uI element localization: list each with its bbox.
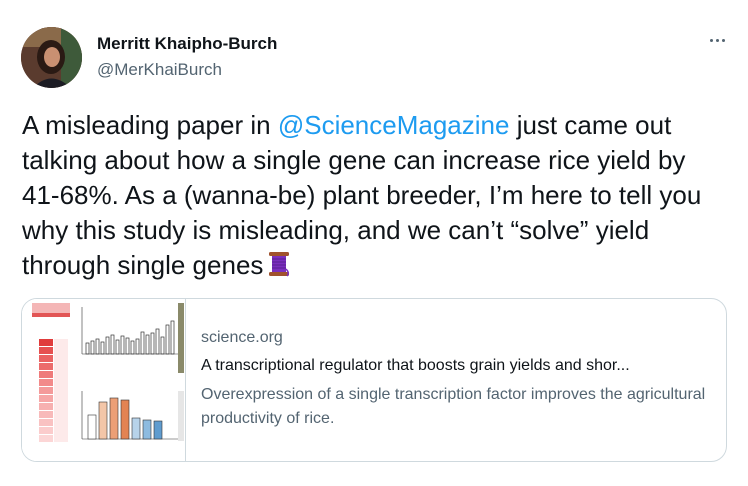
card-domain: science.org xyxy=(201,329,283,346)
card-description: Overexpression of a single transcription… xyxy=(201,386,706,427)
mention-link[interactable]: @ScienceMagazine xyxy=(278,110,510,140)
card-title: A transcriptional regulator that boosts … xyxy=(201,357,630,374)
spool-of-thread-icon xyxy=(267,251,291,286)
link-card[interactable]: science.org A transcriptional regulator … xyxy=(21,298,727,462)
figure-thumbnail-image xyxy=(22,299,185,461)
tweet-text: A misleading paper in @ScienceMagazine j… xyxy=(22,108,722,286)
author-name[interactable]: Merritt Khaipho-Burch xyxy=(97,34,277,54)
card-thumbnail xyxy=(22,299,186,461)
avatar[interactable] xyxy=(21,27,82,88)
avatar-photo xyxy=(21,27,82,88)
more-options-icon[interactable] xyxy=(703,30,731,50)
tweet-text-before: A misleading paper in xyxy=(22,110,278,140)
tweet: Merritt Khaipho-Burch @MerKhaiBurch A mi… xyxy=(0,0,748,486)
author-handle[interactable]: @MerKhaiBurch xyxy=(97,60,222,80)
